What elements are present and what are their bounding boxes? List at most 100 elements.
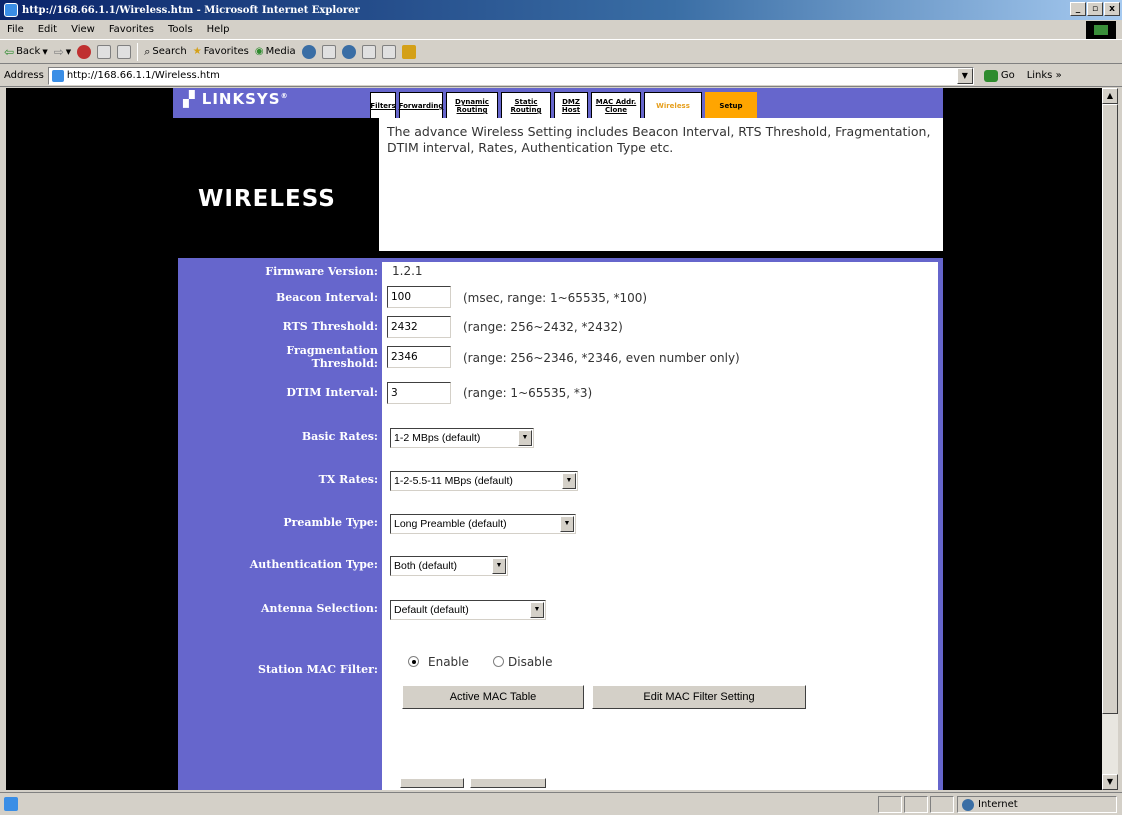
dtim-interval-label: DTIM Interval: xyxy=(286,386,378,399)
page-icon xyxy=(51,69,64,82)
chevron-down-icon[interactable]: ▼ xyxy=(560,516,574,532)
menu-favorites[interactable]: Favorites xyxy=(102,24,161,35)
fragmentation-threshold-hint: (range: 256~2346, *2346, even number onl… xyxy=(463,351,740,365)
address-input[interactable]: http://168.66.1.1/Wireless.htm ▼ xyxy=(47,66,974,85)
menu-bar: File Edit View Favorites Tools Help xyxy=(0,20,1122,40)
back-button[interactable]: ⇦ Back ▼ xyxy=(4,45,48,59)
home-icon[interactable] xyxy=(117,44,132,59)
chevron-down-icon[interactable]: ▼ xyxy=(492,558,506,574)
window-titlebar: http://168.66.1.1/Wireless.htm - Microso… xyxy=(0,0,1122,20)
linksys-logo: ▞ LINKSYS® xyxy=(183,90,289,108)
beacon-interval-label: Beacon Interval: xyxy=(275,291,378,304)
stop-icon[interactable] xyxy=(77,44,92,59)
chevron-down-icon[interactable]: ▼ xyxy=(530,602,544,618)
forward-button[interactable]: ⇨ ▼ xyxy=(54,45,71,59)
basic-rates-label: Basic Rates: xyxy=(301,430,378,443)
scroll-up-button[interactable]: ▲ xyxy=(1102,88,1118,104)
wireless-settings-form: Firmware Version: 1.2.1 Beacon Interval:… xyxy=(178,258,943,790)
nav-tabs: Filters Forwarding Dynamic Routing Stati… xyxy=(370,92,760,120)
fragmentation-label-line1: Fragmentation xyxy=(286,344,378,357)
status-panel xyxy=(878,796,902,813)
media-button[interactable]: ◉ Media xyxy=(255,46,296,57)
forward-arrow-icon: ⇨ xyxy=(53,44,64,59)
scrollbar-thumb[interactable] xyxy=(1102,104,1118,714)
page-description-box: The advance Wireless Setting includes Be… xyxy=(379,118,943,256)
active-mac-table-button[interactable]: Active MAC Table xyxy=(402,685,584,709)
vertical-scrollbar[interactable]: ▲ ▼ xyxy=(1102,88,1118,790)
favorites-button[interactable]: ★ Favorites xyxy=(193,46,249,57)
status-bar: Internet xyxy=(0,792,1122,815)
firmware-value: 1.2.1 xyxy=(392,264,423,278)
maximize-button[interactable]: ▫ xyxy=(1087,2,1103,16)
page-status-icon xyxy=(4,797,18,811)
address-dropdown-button[interactable]: ▼ xyxy=(956,67,973,84)
antenna-selection-select[interactable]: Default (default) ▼ xyxy=(390,600,546,620)
standard-toolbar: ⇦ Back ▼ ⇨ ▼ ⌕ Search ★ Favorites ◉ Media xyxy=(0,40,1122,64)
rts-threshold-label: RTS Threshold: xyxy=(282,320,378,333)
go-button[interactable]: Go xyxy=(983,69,1015,82)
tab-dynamic-routing[interactable]: Dynamic Routing xyxy=(446,92,498,120)
status-panel xyxy=(930,796,954,813)
tab-dmz-host[interactable]: DMZ Host xyxy=(554,92,588,120)
tab-mac-addr-clone[interactable]: MAC Addr. Clone xyxy=(591,92,641,120)
preamble-type-select[interactable]: Long Preamble (default) ▼ xyxy=(390,514,576,534)
tx-rates-select[interactable]: 1-2-5.5-11 MBps (default) ▼ xyxy=(390,471,578,491)
rts-threshold-input[interactable]: 2432 xyxy=(387,316,451,338)
edit-mac-filter-setting-button[interactable]: Edit MAC Filter Setting xyxy=(592,685,806,709)
chevron-down-icon[interactable]: ▼ xyxy=(562,473,576,489)
tab-filters[interactable]: Filters xyxy=(370,92,396,120)
security-zone: Internet xyxy=(957,796,1117,813)
menu-file[interactable]: File xyxy=(0,24,31,35)
scroll-down-button[interactable]: ▼ xyxy=(1102,774,1118,790)
beacon-interval-input[interactable]: 100 xyxy=(387,286,451,308)
cancel-button[interactable] xyxy=(470,778,546,788)
links-button[interactable]: Links » xyxy=(1027,70,1062,81)
mail-icon[interactable] xyxy=(321,44,336,59)
tab-forwarding[interactable]: Forwarding xyxy=(399,92,443,120)
station-mac-filter-label: Station MAC Filter: xyxy=(258,663,378,676)
tx-rates-value: 1-2-5.5-11 MBps (default) xyxy=(394,475,513,487)
tab-wireless[interactable]: Wireless xyxy=(644,92,702,120)
windows-logo-icon xyxy=(1086,21,1116,39)
dtim-interval-input[interactable]: 3 xyxy=(387,382,451,404)
favorites-label: Favorites xyxy=(203,46,249,57)
discuss-icon[interactable] xyxy=(381,44,396,59)
status-panel xyxy=(904,796,928,813)
authentication-type-select[interactable]: Both (default) ▼ xyxy=(390,556,508,576)
refresh-icon[interactable] xyxy=(97,44,112,59)
edit-icon[interactable] xyxy=(361,44,376,59)
security-zone-label: Internet xyxy=(978,799,1018,810)
preamble-type-label: Preamble Type: xyxy=(283,516,378,529)
search-icon: ⌕ xyxy=(144,44,151,58)
authentication-type-label: Authentication Type: xyxy=(249,558,378,571)
menu-help[interactable]: Help xyxy=(200,24,237,35)
chevron-down-icon[interactable]: ▼ xyxy=(518,430,532,446)
print-icon[interactable] xyxy=(341,44,356,59)
address-bar: Address http://168.66.1.1/Wireless.htm ▼… xyxy=(0,65,1122,87)
close-button[interactable]: x xyxy=(1104,2,1120,16)
history-icon[interactable] xyxy=(301,44,316,59)
media-icon: ◉ xyxy=(254,46,264,57)
menu-view[interactable]: View xyxy=(64,24,102,35)
minimize-button[interactable]: _ xyxy=(1070,2,1086,16)
antenna-selection-value: Default (default) xyxy=(394,604,469,616)
menu-tools[interactable]: Tools xyxy=(161,24,200,35)
mac-filter-disable-radio[interactable] xyxy=(493,656,504,667)
apply-button[interactable] xyxy=(400,778,464,788)
go-label: Go xyxy=(1000,70,1015,81)
back-arrow-icon: ⇦ xyxy=(4,44,15,59)
search-button[interactable]: ⌕ Search xyxy=(144,45,187,59)
mac-filter-enable-radio[interactable] xyxy=(408,656,419,667)
mac-filter-enable-label: Enable xyxy=(428,655,469,669)
rts-threshold-hint: (range: 256~2432, *2432) xyxy=(463,320,623,334)
dtim-interval-hint: (range: 1~65535, *3) xyxy=(463,386,593,400)
menu-edit[interactable]: Edit xyxy=(31,24,64,35)
tab-setup[interactable]: Setup xyxy=(705,92,757,120)
tab-static-routing[interactable]: Static Routing xyxy=(501,92,551,120)
basic-rates-select[interactable]: 1-2 MBps (default) ▼ xyxy=(390,428,534,448)
address-label: Address xyxy=(4,70,44,81)
globe-icon xyxy=(962,798,974,811)
authentication-type-value: Both (default) xyxy=(394,560,458,572)
messenger-icon[interactable] xyxy=(401,44,416,59)
fragmentation-threshold-input[interactable]: 2346 xyxy=(387,346,451,368)
